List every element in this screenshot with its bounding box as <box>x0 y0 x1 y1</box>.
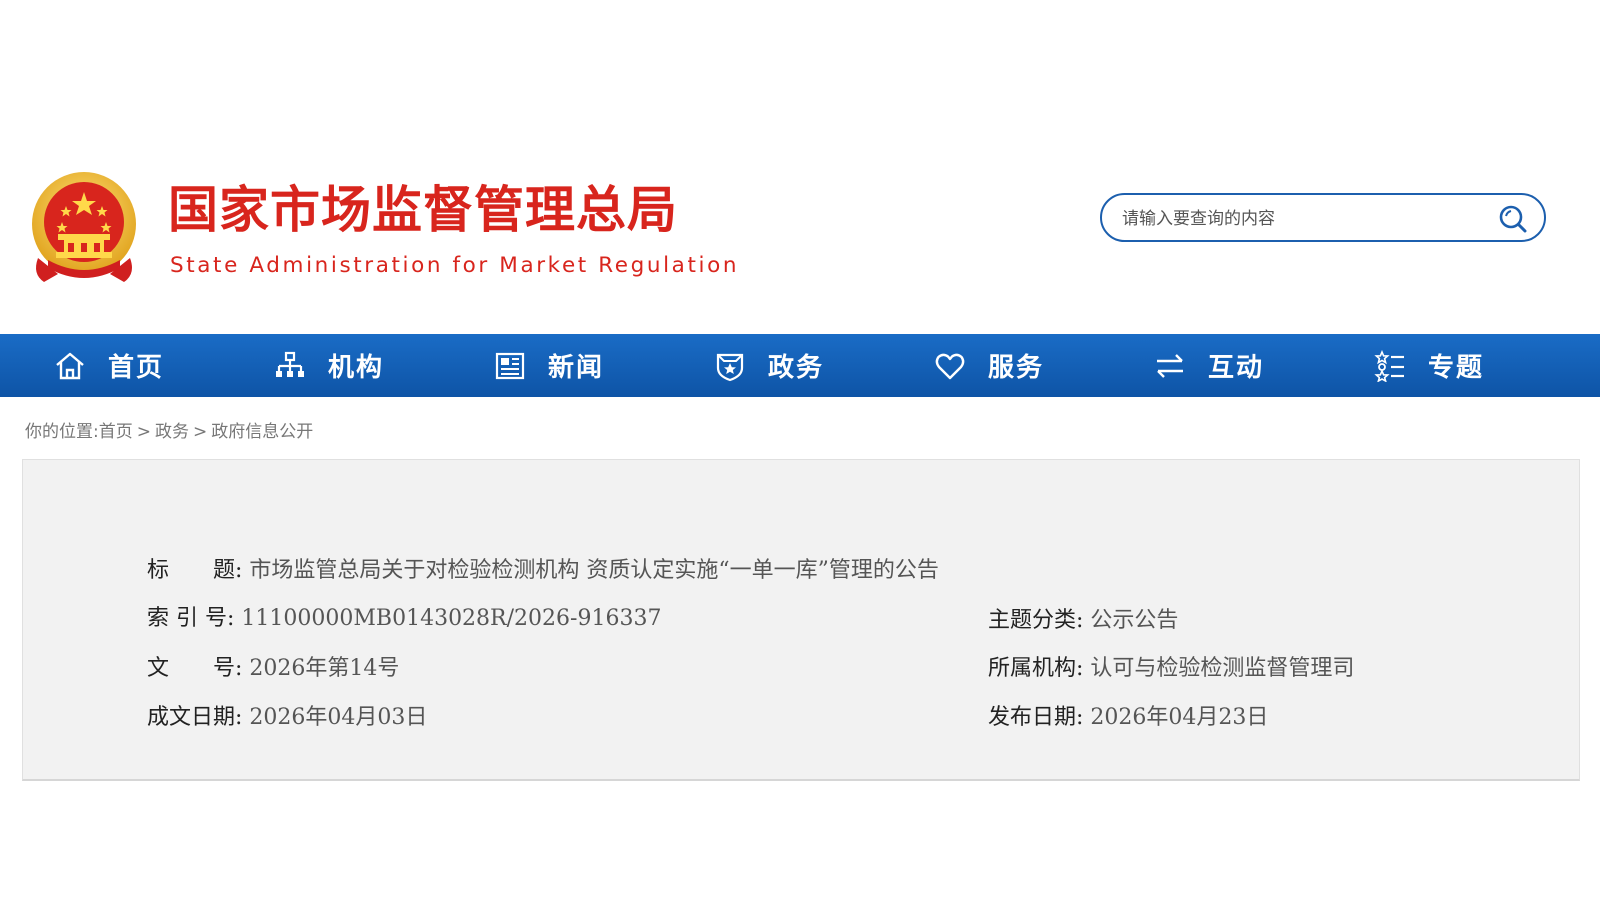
doc-number-row: 文 号: 2026年第14号 <box>147 654 399 684</box>
doc-written-date-row: 成文日期: 2026年04月03日 <box>147 703 427 733</box>
doc-topic-value: 公示公告 <box>1090 608 1179 633</box>
breadcrumb: 你的位置:首页 > 政务 > 政府信息公开 <box>25 417 313 442</box>
nav-label: 政务 <box>768 353 825 383</box>
nav-label: 首页 <box>108 353 165 383</box>
nav-item-home[interactable]: 首页 <box>54 334 164 397</box>
nav-item-interaction[interactable]: 互动 <box>1154 334 1264 397</box>
doc-publish-date-value: 2026年04月23日 <box>1090 705 1269 730</box>
nav-item-org[interactable]: 机构 <box>274 334 384 397</box>
doc-agency-row: 所属机构: 认可与检验检测监督管理司 <box>988 654 1354 684</box>
breadcrumb-prefix: 你的位置: <box>25 422 99 442</box>
home-icon <box>56 352 84 379</box>
doc-written-date-label: 成文日期: <box>147 705 243 730</box>
doc-title-value: 市场监管总局关于对检验检测机构 资质认定实施“一单一库”管理的公告 <box>249 558 939 583</box>
nav-item-services[interactable]: 服务 <box>934 334 1044 397</box>
breadcrumb-link-home[interactable]: 首页 <box>99 422 133 442</box>
site-header: 国家市场监督管理总局 State Administration for Mark… <box>0 160 1600 300</box>
page: 国家市场监督管理总局 State Administration for Mark… <box>0 0 1600 900</box>
exchange-arrows-icon <box>1157 353 1183 378</box>
search-box <box>1100 193 1546 242</box>
breadcrumb-link-government[interactable]: 政务 <box>155 422 189 442</box>
search-input[interactable] <box>1120 204 1484 234</box>
doc-topic-label: 主题分类: <box>988 608 1084 633</box>
doc-index-row: 索 引 号: 11100000MB0143028R/2026-916337 <box>147 604 661 634</box>
doc-publish-date-label: 发布日期: <box>988 705 1084 730</box>
nav-label: 机构 <box>328 353 385 383</box>
nav-label: 服务 <box>988 353 1045 383</box>
nav-label: 新闻 <box>548 353 605 383</box>
org-chart-icon <box>276 351 304 377</box>
nav-item-news[interactable]: 新闻 <box>494 334 604 397</box>
nav-label: 专题 <box>1428 353 1485 383</box>
doc-topic-row: 主题分类: 公示公告 <box>988 606 1178 636</box>
doc-title-row: 标 题: 市场监管总局关于对检验检测机构 资质认定实施“一单一库”管理的公告 <box>147 556 939 586</box>
doc-index-value: 11100000MB0143028R/2026-916337 <box>241 606 662 631</box>
site-title-cn: 国家市场监督管理总局 <box>168 181 678 239</box>
breadcrumb-link-info-disclosure[interactable]: 政府信息公开 <box>211 422 313 442</box>
doc-number-label: 文 号: <box>147 656 243 681</box>
doc-agency-value: 认可与检验检测监督管理司 <box>1090 656 1355 681</box>
nav-item-topics[interactable]: 专题 <box>1374 334 1484 397</box>
doc-written-date-value: 2026年04月03日 <box>249 705 428 730</box>
nav-label: 互动 <box>1208 353 1265 383</box>
breadcrumb-separator: > <box>136 422 151 442</box>
main-nav: 首页 机构 新闻 政务 服务 互动 专题 <box>0 334 1600 397</box>
search-icon[interactable] <box>1498 204 1528 234</box>
national-emblem-icon[interactable] <box>28 170 140 288</box>
heart-icon <box>935 353 965 379</box>
doc-title-label: 标 题: <box>147 558 243 583</box>
nav-item-government[interactable]: 政务 <box>714 334 824 397</box>
site-title-en: State Administration for Market Regulati… <box>170 253 740 278</box>
star-list-icon <box>1374 349 1404 382</box>
doc-index-label: 索 引 号: <box>147 606 235 631</box>
shield-star-icon <box>716 353 744 381</box>
breadcrumb-separator: > <box>192 422 208 442</box>
doc-number-value: 2026年第14号 <box>249 656 400 681</box>
doc-agency-label: 所属机构: <box>988 656 1084 681</box>
doc-publish-date-row: 发布日期: 2026年04月23日 <box>988 703 1268 733</box>
document-info-box: 标 题: 市场监管总局关于对检验检测机构 资质认定实施“一单一库”管理的公告 索… <box>22 459 1580 781</box>
newspaper-icon <box>495 352 525 379</box>
